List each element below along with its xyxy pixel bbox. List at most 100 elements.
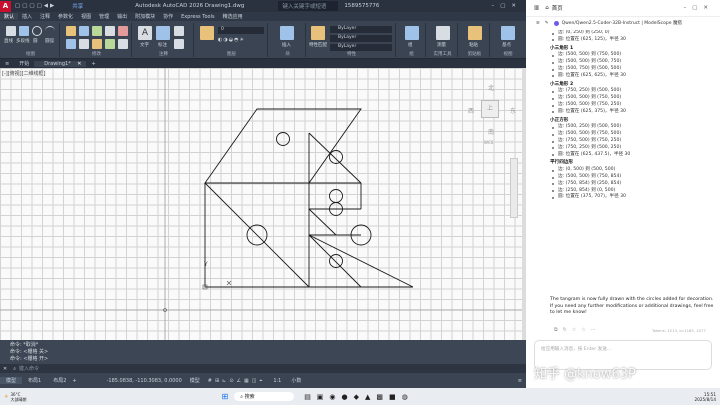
paste-tool-icon[interactable] — [468, 26, 482, 40]
menu-item[interactable]: 视图 — [77, 13, 95, 20]
table-tool-icon[interactable] — [174, 39, 184, 49]
tab-model[interactable]: 模型 — [0, 377, 23, 384]
search-icon[interactable]: ⌕ — [10, 366, 19, 372]
new-tab-icon[interactable]: + — [86, 61, 100, 67]
window-controls[interactable]: –▢✕ — [683, 5, 714, 11]
stretch-tool-icon[interactable] — [92, 39, 102, 49]
array-tool-icon[interactable] — [118, 39, 128, 49]
edit-icon[interactable]: ✎ — [545, 21, 549, 26]
tab-drawing1[interactable]: Drawing1* ✕ — [34, 60, 87, 67]
menu-item[interactable]: 注释 — [36, 13, 54, 20]
scale-dropdown[interactable]: 1:1 — [273, 378, 281, 384]
close-icon[interactable]: ✕ — [0, 366, 10, 372]
viewcube-top[interactable]: 上 — [481, 100, 499, 118]
viewcube-south[interactable]: 南 — [488, 127, 494, 136]
tab-layout2[interactable]: 布局2 — [47, 377, 72, 384]
window-controls[interactable]: –▢✕ — [491, 3, 522, 9]
diagonal-line[interactable] — [204, 182, 310, 288]
triangle-hypotenuse[interactable] — [308, 234, 362, 288]
decoration-circle[interactable] — [276, 132, 290, 146]
match-properties-icon[interactable] — [311, 26, 325, 40]
weather-icon[interactable]: ☀ — [4, 394, 8, 400]
weather-widget[interactable]: 36°C 大部晴朗 — [10, 392, 26, 402]
menu-item[interactable]: 参数化 — [54, 13, 77, 20]
start-icon[interactable]: ⊞ — [221, 392, 228, 401]
navigation-bar[interactable] — [510, 158, 518, 218]
model-name[interactable]: Qwen/Qwen2.5-Coder-32B-Instruct | ModelS… — [562, 20, 682, 26]
viewcube-west[interactable]: 西 — [468, 106, 474, 115]
message-actions[interactable]: ⧉↻☆☆⋯ — [554, 327, 601, 333]
tangram-drawing[interactable] — [204, 108, 414, 288]
ribbon-group-label: 特性 — [347, 52, 356, 57]
base-view-icon[interactable] — [501, 26, 515, 40]
measure-tool-icon[interactable] — [436, 26, 450, 40]
viewcube-wcs[interactable]: WCS — [484, 140, 493, 145]
menu-item[interactable]: Express Tools — [177, 14, 218, 20]
viewcube[interactable]: 北 西 东 上 南 WCS — [466, 78, 516, 148]
lineweight-dropdown[interactable]: ByLayer — [330, 44, 392, 51]
command-line[interactable]: ✕ ⌕ 键入命令 — [0, 364, 526, 373]
menu-icon[interactable]: ≡ — [536, 21, 540, 26]
ribbon: 直线 多段线 圆 圆弧 绘图 修改 A 文字 标注 注释 0 ◐◑◒◓☀ 图层 … — [0, 21, 526, 59]
taskbar-app-icons[interactable]: ▤▣◉●◆▲▩■◍ — [304, 393, 414, 401]
qat-icons[interactable]: ▢▢▢▢◀▶ — [15, 3, 56, 9]
move-tool-icon[interactable] — [66, 26, 76, 36]
taskbar-search[interactable]: ⌕ 搜索 — [234, 392, 295, 401]
menu-item[interactable]: 附加模块 — [131, 13, 159, 20]
customize-icon[interactable]: ≡ — [518, 378, 522, 384]
leader-tool-icon[interactable] — [174, 26, 184, 36]
text-tool-icon[interactable]: A — [138, 26, 152, 40]
linetype-dropdown[interactable]: ByLayer — [330, 35, 392, 42]
decoration-circle[interactable] — [329, 189, 343, 203]
parallelogram[interactable] — [204, 108, 362, 184]
decoration-circle[interactable] — [329, 150, 343, 164]
sidebar-toggle-icon[interactable]: ▥ — [534, 5, 539, 11]
circle-tool-icon[interactable] — [32, 26, 42, 36]
share-button[interactable]: 共享 — [72, 2, 83, 10]
triangle-edge[interactable] — [308, 132, 362, 184]
search-box[interactable]: 键入关键字或短语 — [278, 1, 339, 11]
layer-properties-icon[interactable] — [200, 26, 214, 40]
layer-tools-icons[interactable]: ◐◑◒◓☀ — [218, 37, 245, 43]
group-tool-icon[interactable] — [405, 26, 419, 40]
tab-layout1[interactable]: 布局1 — [22, 377, 47, 384]
home-link[interactable]: 首页 — [552, 4, 563, 12]
menu-item[interactable]: 默认 — [0, 13, 19, 20]
menu-item[interactable]: 精选应用 — [219, 13, 247, 20]
add-layout-icon[interactable]: + — [72, 378, 76, 384]
line-tool-icon[interactable] — [6, 26, 16, 36]
user-name[interactable]: 1589575776 — [344, 3, 379, 9]
status-toggles[interactable]: #⊞⊾⊙∠▦◫⌖ — [208, 378, 266, 384]
viewcube-north[interactable]: 北 — [488, 83, 494, 92]
color-dropdown[interactable]: ByLayer — [330, 26, 392, 33]
small-connector[interactable] — [308, 208, 337, 236]
trim-tool-icon[interactable] — [92, 26, 102, 36]
polyline-tool-icon[interactable] — [19, 26, 29, 36]
dimension-tool-icon[interactable] — [156, 26, 170, 40]
menu-burger-icon[interactable]: ≡ — [0, 61, 14, 67]
decoration-circle[interactable] — [329, 254, 343, 268]
arc-tool-icon[interactable] — [45, 26, 55, 36]
viewcube-east[interactable]: 东 — [510, 106, 516, 115]
erase-tool-icon[interactable] — [118, 26, 128, 36]
drawing-canvas[interactable]: [-][俯视][二维线框] Y 北 西 东 上 南 WCS — [0, 68, 522, 340]
menu-item[interactable]: 协作 — [159, 13, 177, 20]
menu-item[interactable]: 管理 — [95, 13, 113, 20]
copy-tool-icon[interactable] — [105, 26, 115, 36]
insert-block-icon[interactable] — [280, 26, 294, 40]
fillet-tool-icon[interactable] — [79, 39, 89, 49]
triangle-edge-lower[interactable] — [308, 234, 414, 288]
layer-dropdown[interactable]: 0 — [218, 27, 264, 34]
model-space-button[interactable]: 模型 — [190, 377, 200, 384]
scale-tool-icon[interactable] — [105, 39, 115, 49]
menu-item[interactable]: 插入 — [18, 13, 36, 20]
system-tray[interactable]: 15:51 2025/8/14 — [695, 392, 716, 402]
rotate-tool-icon[interactable] — [79, 26, 89, 36]
tab-start[interactable]: 开始 — [14, 60, 34, 67]
home-icon[interactable]: ⌂ — [545, 5, 549, 11]
mirror-tool-icon[interactable] — [66, 39, 76, 49]
menu-item[interactable]: 输出 — [113, 13, 131, 20]
autocad-logo-icon[interactable]: A — [0, 0, 11, 12]
units-dropdown[interactable]: 小数 — [291, 377, 301, 384]
command-input[interactable]: 键入命令 — [19, 365, 39, 372]
